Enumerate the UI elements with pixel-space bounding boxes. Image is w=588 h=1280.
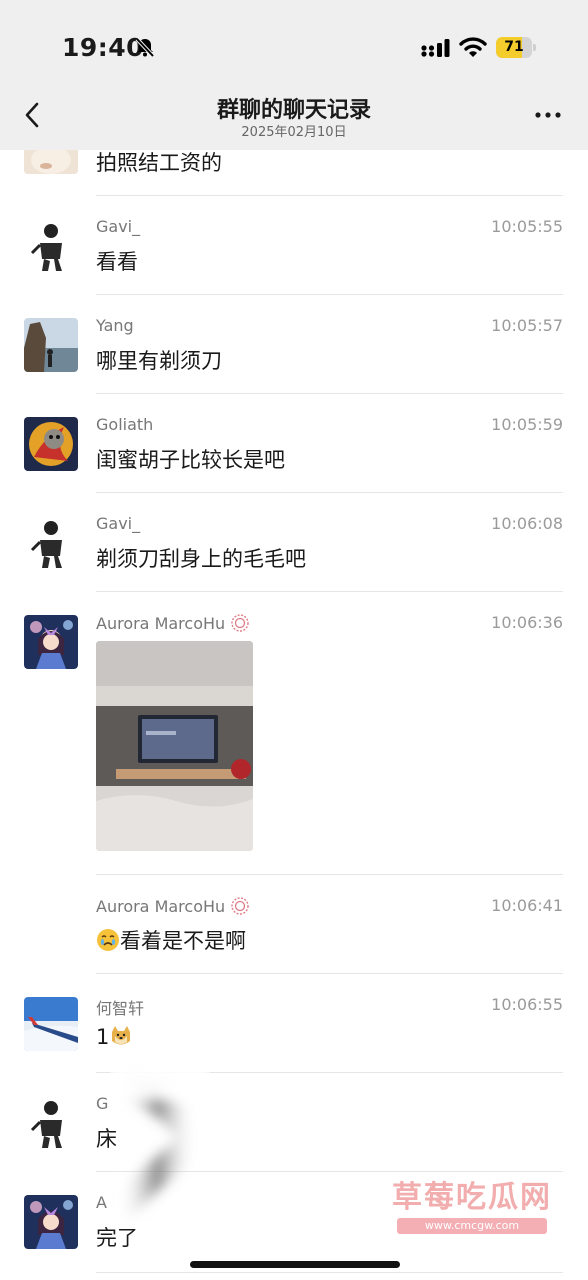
battery-tip xyxy=(533,44,536,51)
avatar[interactable] xyxy=(24,1096,78,1150)
sender-name: G xyxy=(96,1094,109,1113)
wifi-icon xyxy=(459,37,487,57)
badge-icon xyxy=(231,897,249,915)
sender-name: Gavi_ xyxy=(96,217,141,236)
chat-message[interactable]: 何智轩 10:06:55 1 xyxy=(0,974,588,1073)
sender-name: Aurora MarcoHu xyxy=(96,613,250,633)
crying-face-emoji-icon xyxy=(97,929,119,951)
chat-message[interactable]: Goliath 10:05:59 闺蜜胡子比较长是吧 xyxy=(0,394,588,493)
avatar[interactable] xyxy=(24,219,78,273)
sender-name: Yang xyxy=(96,316,134,335)
sender-name: A xyxy=(96,1193,107,1212)
message-time: 10:05:59 xyxy=(491,415,563,434)
chat-message[interactable]: Gavi_ 10:06:08 剃须刀刮身上的毛毛吧 xyxy=(0,493,588,592)
avatar-airplane-wing-image xyxy=(24,997,78,1051)
message-text-content: 看着是不是啊 xyxy=(120,929,246,953)
message-text: 拍照结工资的 xyxy=(96,151,222,175)
avatar[interactable] xyxy=(24,417,78,471)
message-text: 剃须刀刮身上的毛毛吧 xyxy=(96,547,306,571)
chat-message[interactable]: Gavi_ 10:05:55 看看 xyxy=(0,196,588,295)
avatar-anime-girl-image xyxy=(24,1195,78,1249)
page-subtitle: 2025年02月10日 xyxy=(241,125,347,140)
avatar[interactable] xyxy=(24,997,78,1051)
avatar[interactable] xyxy=(24,615,78,669)
hotel-room-photo xyxy=(96,641,253,851)
avatar-person-sketch-image xyxy=(24,1096,78,1150)
message-time: 10:05:57 xyxy=(491,316,563,335)
avatar-cartoon-image xyxy=(24,417,78,471)
avatar[interactable] xyxy=(24,1195,78,1249)
home-indicator[interactable] xyxy=(190,1261,400,1268)
watermark-url: www.cmcgw.com xyxy=(397,1218,547,1234)
shared-photo[interactable] xyxy=(96,641,253,851)
status-time: 19:40 xyxy=(62,33,145,62)
avatar[interactable] xyxy=(24,516,78,570)
avatar-person-sketch-image xyxy=(24,516,78,570)
avatar-anime-girl-image xyxy=(24,615,78,669)
header: 19:40 71 群聊的聊天记录 2025年02月10日 xyxy=(0,0,588,150)
battery-level: 71 xyxy=(504,39,524,55)
status-bar: 19:40 71 xyxy=(0,0,588,95)
chat-message[interactable]: Aurora MarcoHu 10:06:41 看着是不是啊 xyxy=(0,875,588,974)
message-text-content: 1 xyxy=(96,1025,110,1049)
sender-name: Gavi_ xyxy=(96,514,141,533)
message-text: 1 xyxy=(96,1024,133,1049)
message-text: 看着是不是啊 xyxy=(96,925,246,955)
chat-message[interactable]: Yang 10:05:57 哪里有剃须刀 xyxy=(0,295,588,394)
message-text: 哪里有剃须刀 xyxy=(96,349,222,373)
watermark: 草莓吃瓜网 www.cmcgw.com xyxy=(372,1172,572,1242)
sender-name-text: Aurora MarcoHu xyxy=(96,897,226,916)
sender-name: 何智轩 xyxy=(96,999,145,1018)
badge-icon xyxy=(231,614,249,632)
chat-message[interactable]: G 床 xyxy=(0,1073,588,1172)
message-time: 10:06:36 xyxy=(491,613,563,632)
more-options-icon[interactable] xyxy=(534,104,562,126)
message-text: 看看 xyxy=(96,250,138,274)
message-text: 闺蜜胡子比较长是吧 xyxy=(96,448,285,472)
sender-name-text: Aurora MarcoHu xyxy=(96,614,226,633)
battery-indicator: 71 xyxy=(496,37,536,58)
message-time: 10:05:55 xyxy=(491,217,563,236)
message-time: 10:06:08 xyxy=(491,514,563,533)
cellular-signal-icon xyxy=(421,39,450,57)
doge-emoji-icon xyxy=(112,1026,131,1045)
sender-name: Goliath xyxy=(96,415,154,434)
avatar[interactable] xyxy=(24,318,78,372)
chat-message[interactable]: Aurora MarcoHu 10:06:36 xyxy=(0,592,588,875)
bell-muted-icon xyxy=(135,37,155,58)
avatar-seaside-image xyxy=(24,318,78,372)
divider xyxy=(96,1272,563,1273)
avatar-person-sketch-image xyxy=(24,219,78,273)
blur-redaction xyxy=(110,1060,210,1220)
message-time: 10:06:41 xyxy=(491,896,563,915)
battery-body: 71 xyxy=(496,37,532,58)
sender-name: Aurora MarcoHu xyxy=(96,896,250,916)
watermark-title: 草莓吃瓜网 xyxy=(392,1180,552,1215)
message-time: 10:06:55 xyxy=(491,995,563,1014)
page-title: 群聊的聊天记录 xyxy=(216,98,371,123)
